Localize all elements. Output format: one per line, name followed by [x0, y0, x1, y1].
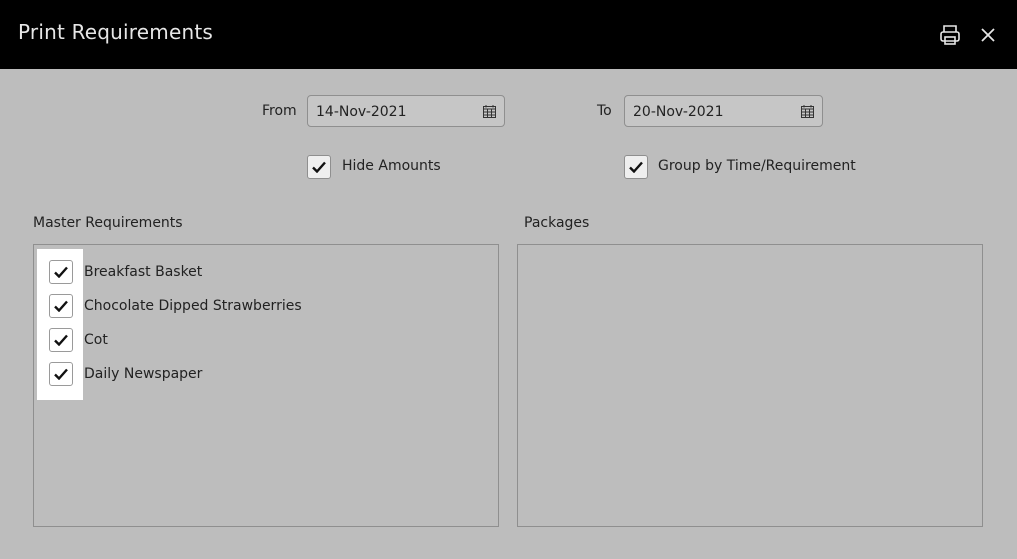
close-icon: [981, 28, 995, 42]
checkmark-icon: [629, 161, 643, 173]
master-requirements-heading: Master Requirements: [33, 215, 183, 231]
printer-icon: [940, 25, 960, 45]
title-bar: Print Requirements: [0, 0, 1017, 69]
list-item-label: Breakfast Basket: [84, 264, 203, 280]
to-date-field[interactable]: 20-Nov-2021: [624, 95, 823, 127]
from-date-field[interactable]: 14-Nov-2021: [307, 95, 505, 127]
group-by-label: Group by Time/Requirement: [658, 158, 856, 174]
hide-amounts-label: Hide Amounts: [342, 158, 441, 174]
from-date-value: 14-Nov-2021: [316, 104, 407, 120]
list-item-checkbox[interactable]: [49, 260, 73, 284]
to-label: To: [597, 103, 612, 119]
close-button[interactable]: [975, 22, 1001, 48]
dialog-title: Print Requirements: [18, 20, 214, 44]
list-item-checkbox[interactable]: [49, 328, 73, 352]
list-item-checkbox[interactable]: [49, 362, 73, 386]
packages-heading: Packages: [524, 215, 590, 231]
list-item-label: Cot: [84, 332, 108, 348]
list-item-label: Daily Newspaper: [84, 366, 203, 382]
hide-amounts-checkbox[interactable]: [307, 155, 331, 179]
print-button[interactable]: [937, 22, 963, 48]
list-item-checkbox[interactable]: [49, 294, 73, 318]
checkmark-icon: [54, 368, 68, 380]
checkmark-icon: [54, 266, 68, 278]
checkmark-icon: [312, 161, 326, 173]
calendar-icon[interactable]: [801, 105, 814, 118]
to-date-value: 20-Nov-2021: [633, 104, 724, 120]
packages-list[interactable]: [517, 244, 983, 527]
list-item-label: Chocolate Dipped Strawberries: [84, 298, 302, 314]
group-by-checkbox[interactable]: [624, 155, 648, 179]
from-label: From: [262, 103, 297, 119]
calendar-icon[interactable]: [483, 105, 496, 118]
master-requirements-list[interactable]: [33, 244, 499, 527]
checkmark-icon: [54, 300, 68, 312]
checkmark-icon: [54, 334, 68, 346]
